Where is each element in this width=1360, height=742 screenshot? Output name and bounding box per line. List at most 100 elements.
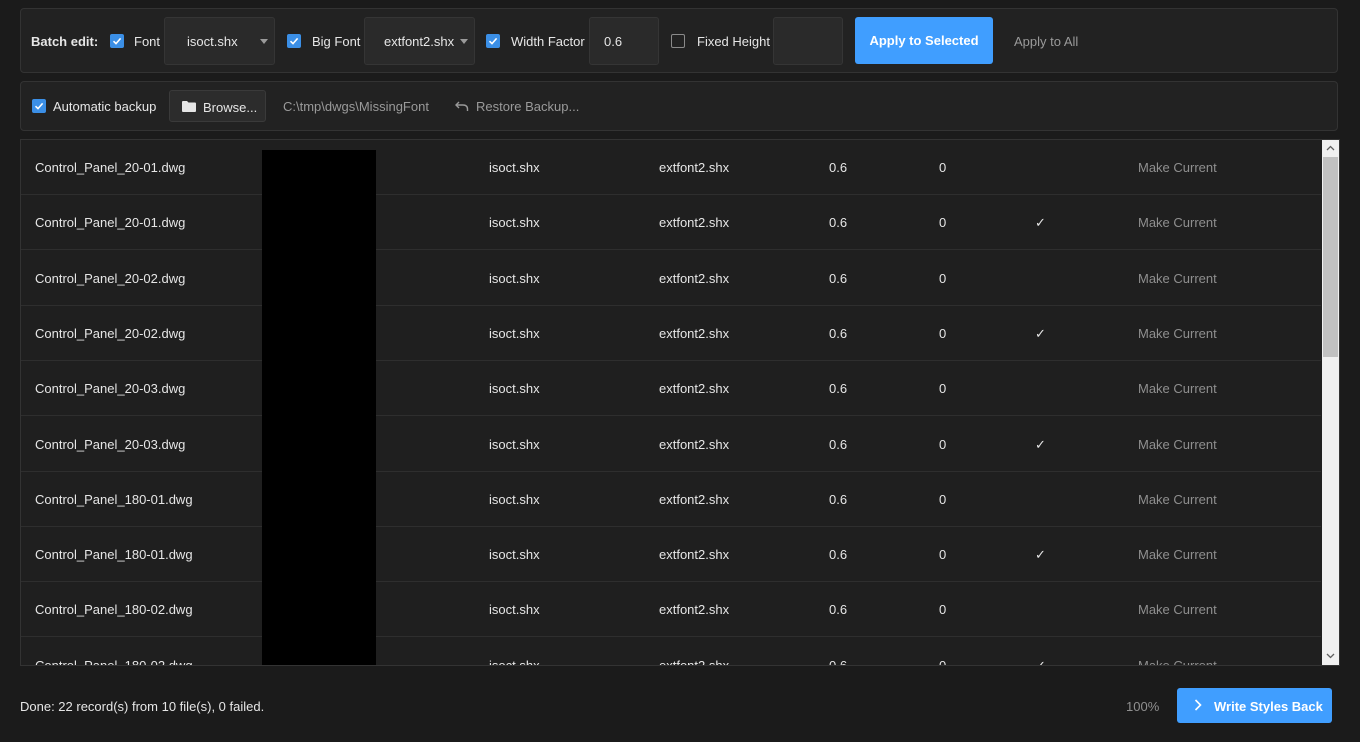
- table-row[interactable]: Control_Panel_180-02.dwg isoct.shx extfont…: [21, 582, 1321, 638]
- table-row[interactable]: Control_Panel_180-01.dwg isoct.shx extfont…: [21, 472, 1321, 527]
- cell-font: isoct.shx: [489, 160, 540, 175]
- cell-current: ✓: [1035, 215, 1046, 231]
- cell-file: Control_Panel_20-03.dwg: [35, 436, 186, 452]
- cell-height: 0: [939, 381, 947, 397]
- styles-table: Control_Panel_20-01.dwg isoct.shx extfont2…: [20, 139, 1340, 666]
- scroll-down-icon[interactable]: [1326, 653, 1335, 659]
- cell-width-factor: 0.6: [829, 491, 848, 507]
- cell-big-font: extfont2.shx: [659, 491, 730, 507]
- cell-font: isoct.shx: [489, 436, 540, 452]
- big-font-label: Big Font: [312, 34, 361, 49]
- cell-font: isoct.shx: [489, 657, 540, 666]
- cell-big-font: extfont2.shx: [659, 547, 730, 563]
- table-row[interactable]: Control_Panel_20-02.dwg isoct.shx extfont2…: [21, 251, 1321, 306]
- cell-big-font: extfont2.shx: [659, 270, 730, 286]
- cell-width-factor: 0.6: [829, 325, 848, 341]
- automatic-backup-label: Automatic backup: [53, 99, 157, 114]
- cell-height: 0: [939, 270, 947, 286]
- scroll-thumb[interactable]: [1323, 157, 1338, 357]
- make-current-button[interactable]: Make Current: [1138, 160, 1217, 175]
- check-icon: [488, 37, 498, 45]
- cell-height: 0: [939, 491, 947, 507]
- width-factor-checkbox[interactable]: [486, 34, 500, 48]
- big-font-select-value: extfont2.shx: [384, 34, 455, 49]
- check-icon: [289, 37, 299, 45]
- cell-height: 0: [939, 215, 947, 231]
- cell-font: isoct.shx: [489, 602, 540, 618]
- cell-file: Control_Panel_20-02.dwg: [35, 325, 186, 341]
- big-font-select[interactable]: extfont2.shx: [364, 17, 475, 65]
- cell-font: isoct.shx: [489, 547, 540, 563]
- make-current-button[interactable]: Make Current: [1138, 326, 1217, 341]
- cell-file: Control_Panel_20-01.dwg: [35, 215, 186, 231]
- cell-height: 0: [939, 547, 947, 563]
- cell-width-factor: 0.6: [829, 381, 848, 397]
- cell-file: Control_Panel_180-02.dwg: [35, 657, 193, 666]
- caret-down-icon: [460, 39, 468, 44]
- make-current-button[interactable]: Make Current: [1138, 437, 1217, 452]
- cell-current: ✓: [1035, 547, 1046, 563]
- font-select-value: isoct.shx: [187, 34, 238, 49]
- font-label: Font: [134, 34, 161, 49]
- make-current-button[interactable]: Make Current: [1138, 381, 1217, 396]
- table-row[interactable]: Control_Panel_20-01.dwg isoct.shx extfont2…: [21, 140, 1321, 195]
- big-font-checkbox[interactable]: [287, 34, 301, 48]
- check-icon: [34, 102, 44, 110]
- cell-width-factor: 0.6: [829, 215, 848, 231]
- cell-font: isoct.shx: [489, 215, 540, 231]
- write-styles-back-button[interactable]: Write Styles Back: [1177, 688, 1332, 723]
- table-row[interactable]: Control_Panel_20-03.dwg isoct.shx extfont2…: [21, 361, 1321, 417]
- cell-big-font: extfont2.shx: [659, 160, 730, 175]
- make-current-button[interactable]: Make Current: [1138, 658, 1217, 665]
- chevron-right-icon: [1194, 699, 1202, 711]
- cell-big-font: extfont2.shx: [659, 436, 730, 452]
- cell-width-factor: 0.6: [829, 436, 848, 452]
- cell-font: isoct.shx: [489, 381, 540, 397]
- cell-font: isoct.shx: [489, 270, 540, 286]
- make-current-button[interactable]: Make Current: [1138, 271, 1217, 286]
- table-row[interactable]: Control_Panel_20-01.dwg isoct.shx extfont2…: [21, 195, 1321, 251]
- font-select[interactable]: isoct.shx: [164, 17, 275, 65]
- make-current-button[interactable]: Make Current: [1138, 602, 1217, 617]
- cell-file: Control_Panel_180-01.dwg: [35, 547, 193, 563]
- backup-path: C:\tmp\dwgs\MissingFont: [283, 99, 429, 114]
- make-current-button[interactable]: Make Current: [1138, 492, 1217, 507]
- cell-height: 0: [939, 657, 947, 666]
- automatic-backup-checkbox[interactable]: [32, 99, 46, 113]
- browse-button-label: Browse...: [203, 100, 258, 115]
- browse-button[interactable]: Browse...: [169, 90, 266, 122]
- width-factor-value: 0.6: [604, 34, 623, 49]
- cell-file: Control_Panel_20-02.dwg: [35, 270, 186, 286]
- cell-big-font: extfont2.shx: [659, 602, 730, 618]
- vertical-scrollbar[interactable]: [1322, 140, 1339, 665]
- cell-width-factor: 0.6: [829, 657, 848, 666]
- caret-down-icon: [260, 39, 268, 44]
- status-text: Done: 22 record(s) from 10 file(s), 0 fa…: [20, 699, 265, 714]
- cell-big-font: extfont2.shx: [659, 657, 730, 666]
- cell-width-factor: 0.6: [829, 270, 848, 286]
- scroll-up-icon[interactable]: [1326, 145, 1335, 151]
- cell-current: ✓: [1035, 436, 1046, 452]
- table-row[interactable]: Control_Panel_180-01.dwg isoct.shx extfont…: [21, 527, 1321, 583]
- make-current-button[interactable]: Make Current: [1138, 215, 1217, 230]
- apply-to-selected-button[interactable]: Apply to Selected: [855, 17, 993, 64]
- make-current-button[interactable]: Make Current: [1138, 547, 1217, 562]
- width-factor-label: Width Factor: [511, 34, 585, 49]
- batch-edit-panel: Batch edit: Font isoct.shx Big Font extf…: [20, 8, 1338, 73]
- font-checkbox[interactable]: [110, 34, 124, 48]
- table-row[interactable]: Control_Panel_180-02.dwg isoct.shx extfont…: [21, 638, 1321, 666]
- check-icon: [112, 37, 122, 45]
- width-factor-input[interactable]: 0.6: [589, 17, 659, 65]
- cell-width-factor: 0.6: [829, 602, 848, 618]
- cell-height: 0: [939, 160, 947, 175]
- fixed-height-label: Fixed Height: [697, 34, 770, 49]
- fixed-height-input[interactable]: [773, 17, 843, 65]
- cell-big-font: extfont2.shx: [659, 381, 730, 397]
- cell-font: isoct.shx: [489, 491, 540, 507]
- table-row[interactable]: Control_Panel_20-03.dwg isoct.shx extfont2…: [21, 417, 1321, 472]
- cell-width-factor: 0.6: [829, 547, 848, 563]
- fixed-height-checkbox[interactable]: [671, 34, 685, 48]
- apply-to-all-button[interactable]: Apply to All: [1014, 34, 1078, 49]
- table-row[interactable]: Control_Panel_20-02.dwg isoct.shx extfont2…: [21, 306, 1321, 361]
- cell-height: 0: [939, 602, 947, 618]
